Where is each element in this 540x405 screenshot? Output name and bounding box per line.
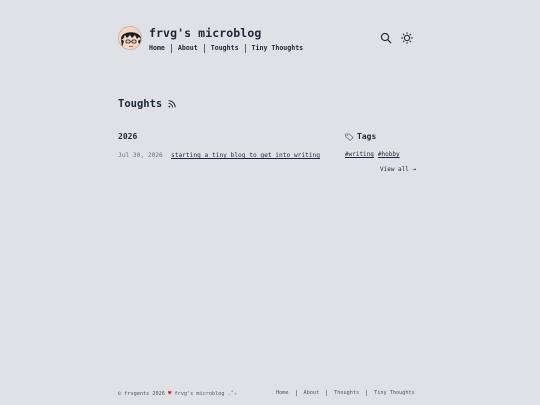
year-heading: 2026: [118, 132, 138, 141]
view-all-tags-link[interactable]: View all →: [380, 166, 416, 173]
footer-nav-about[interactable]: About: [304, 390, 320, 396]
footer-nav-tiny-thoughts[interactable]: Tiny Thoughts: [374, 390, 415, 396]
nav-about[interactable]: About: [178, 43, 198, 53]
tag-list: #writing #hobby: [345, 151, 404, 158]
heart-icon: ♥: [167, 390, 172, 397]
avatar[interactable]: [118, 26, 142, 50]
footer-tagline: frvg's microblog .˚✧: [174, 390, 237, 397]
nav-toughts[interactable]: Toughts: [211, 43, 239, 53]
footer-nav-divider: [295, 390, 297, 396]
footer-copyright: © frvgents 2026 ♥ frvg's microblog .˚✧: [118, 390, 237, 397]
footer-nav-divider: [326, 390, 328, 396]
nav-tiny-thoughts[interactable]: Tiny Thoughts: [252, 43, 304, 53]
page-title: Toughts: [118, 98, 163, 110]
nav-divider: [244, 43, 246, 53]
sun-icon[interactable]: [401, 32, 413, 44]
site-title[interactable]: frvg's microblog: [149, 26, 303, 40]
page: frvg's microblog Home About Toughts Tiny…: [0, 0, 540, 405]
footer-nav: Home About Thoughts Tiny Thoughts: [276, 390, 415, 396]
footer-nav-thoughts[interactable]: Thoughts: [334, 390, 359, 396]
copyright-text: © frvgents 2026: [118, 390, 165, 397]
footer-nav-home[interactable]: Home: [276, 390, 289, 396]
tag-icon: [345, 133, 354, 141]
tag-writing[interactable]: #writing: [345, 151, 374, 158]
nav-divider: [170, 43, 172, 53]
nav-home[interactable]: Home: [149, 43, 165, 53]
site-header: frvg's microblog Home About Toughts Tiny…: [118, 26, 303, 53]
tags-title: Tags: [357, 132, 377, 141]
nav-divider: [203, 43, 205, 53]
header-actions: [380, 32, 413, 44]
tags-heading: Tags: [345, 132, 376, 141]
search-icon[interactable]: [380, 32, 392, 44]
site-title-block: frvg's microblog Home About Toughts Tiny…: [149, 26, 303, 53]
post-date: Jul 30, 2026: [118, 152, 163, 159]
footer-nav-divider: [366, 390, 368, 396]
post-list-item: Jul 30, 2026 starting a tiny blog to get…: [118, 152, 320, 159]
site-footer: © frvgents 2026 ♥ frvg's microblog .˚✧ H…: [118, 390, 418, 397]
rss-icon[interactable]: [168, 100, 176, 108]
main-nav: Home About Toughts Tiny Thoughts: [149, 43, 303, 53]
page-heading: Toughts: [118, 98, 176, 110]
post-link[interactable]: starting a tiny blog to get into writing: [171, 152, 320, 159]
tag-hobby[interactable]: #hobby: [378, 151, 400, 158]
